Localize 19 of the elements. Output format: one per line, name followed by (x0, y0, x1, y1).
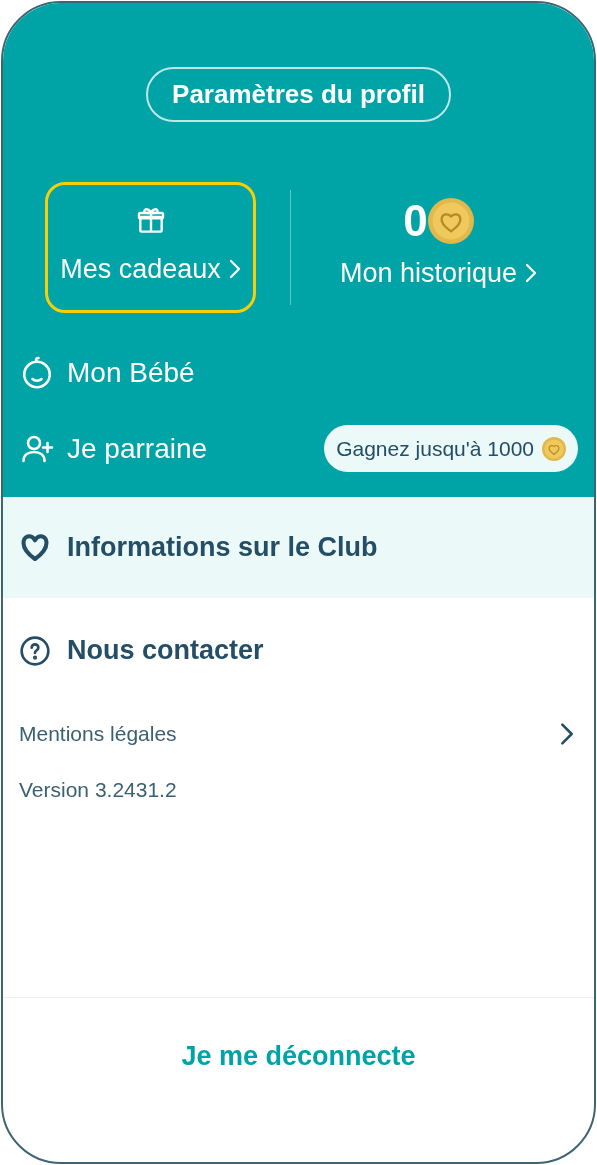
coin-icon (542, 436, 566, 461)
menu-item[interactable]: Mon Bébé (19, 351, 195, 394)
profile-tile[interactable]: 0 Mon historique (324, 182, 553, 313)
logout-button[interactable]: Je me déconnecte (181, 1036, 416, 1077)
coin-icon (427, 198, 474, 244)
help-icon (19, 634, 51, 667)
profile-tile[interactable]: Mes cadeaux (45, 182, 256, 313)
reward-badge: Gagnez jusqu'à 1000 (324, 424, 578, 473)
legal-notice-item[interactable]: Mentions légales (3, 703, 594, 764)
chevron-icon (525, 263, 538, 284)
menu-item[interactable]: Je parraine (19, 427, 208, 470)
club-info-item[interactable]: Informations sur le Club (3, 496, 594, 598)
heart-icon (19, 531, 51, 563)
contact-item[interactable]: Nous contacter (3, 597, 594, 704)
profile-settings-button[interactable]: Paramètres du profil (146, 67, 451, 122)
version-text: Version 3.2431.2 (19, 777, 177, 801)
chevron-icon (228, 259, 241, 280)
chevron-icon (560, 721, 574, 746)
points-value: 0 (403, 199, 428, 243)
